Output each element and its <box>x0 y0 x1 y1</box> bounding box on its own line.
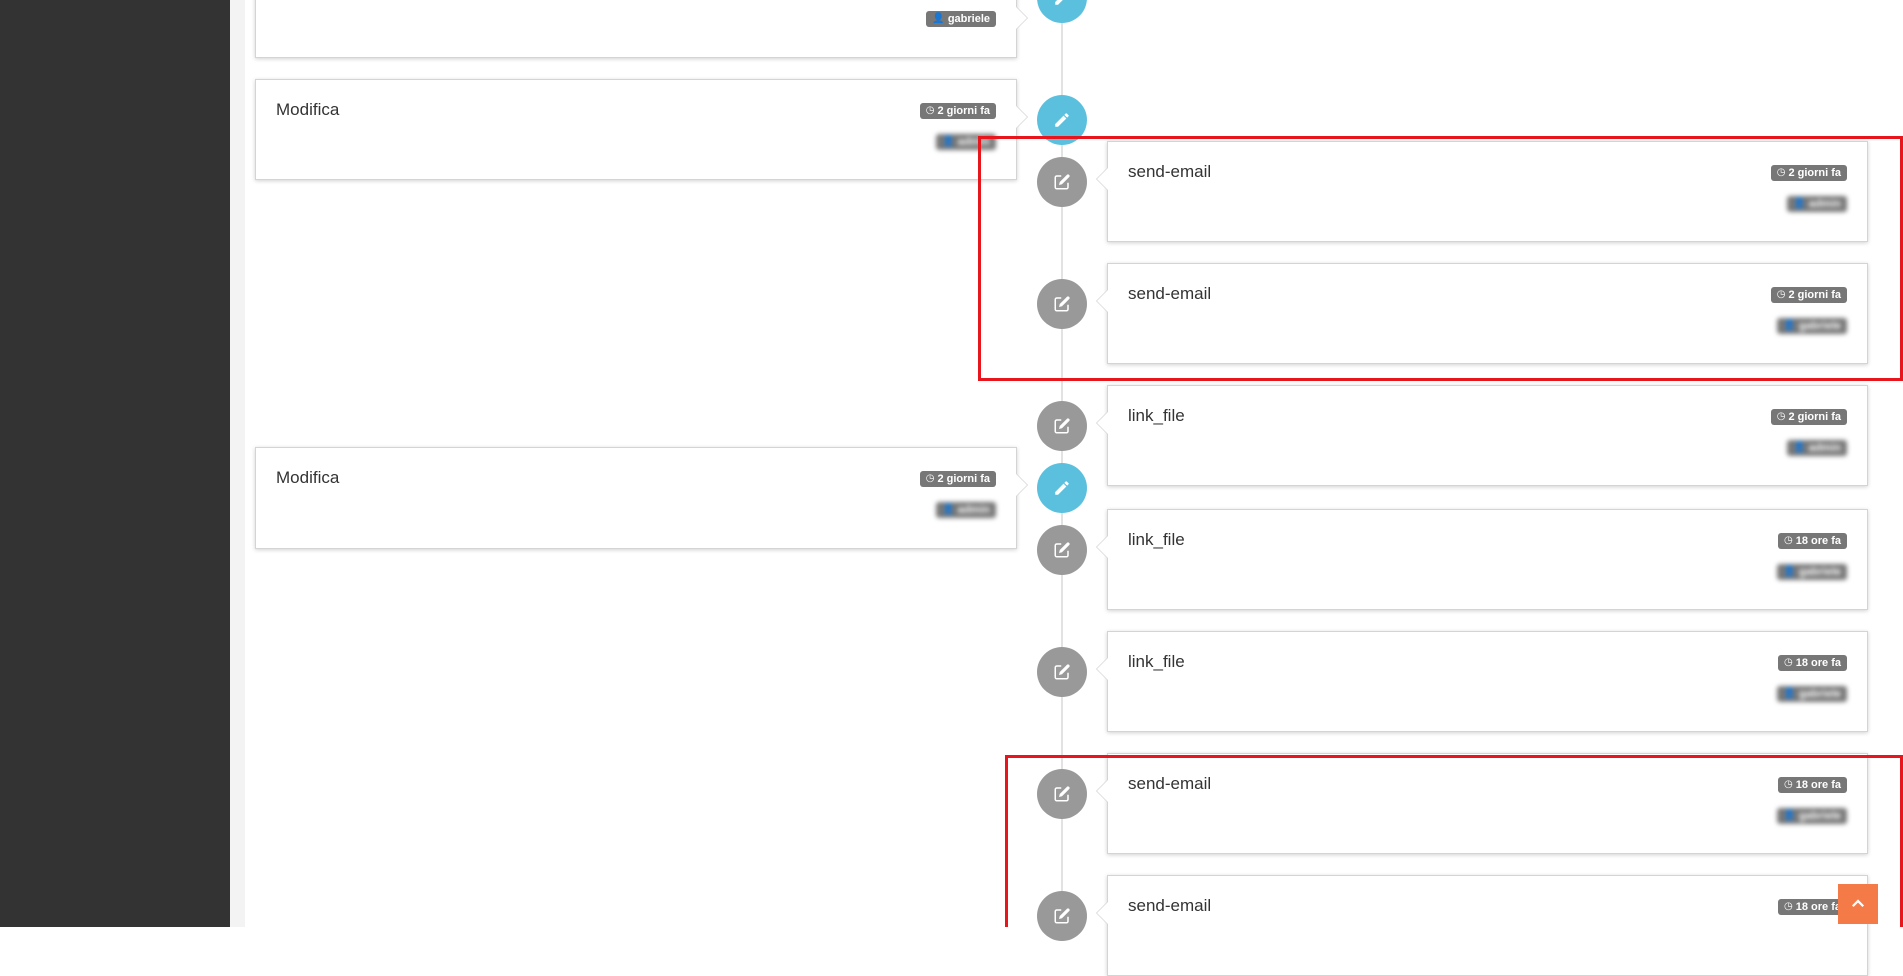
edit-square-icon <box>1054 908 1070 924</box>
timeline-marker-edit <box>1037 891 1087 941</box>
clock-icon: ◷ <box>1776 289 1786 300</box>
clock-icon: ◷ <box>1776 167 1786 178</box>
panel-title: link_file <box>1128 406 1185 425</box>
panel-title: send-email <box>1128 162 1212 181</box>
timeline-panel-left[interactable]: Modifica ◷ 2 giorni fa 👤 admin <box>255 447 1028 549</box>
user-icon: 👤 <box>1783 688 1796 699</box>
panel-title: link_file <box>1128 652 1185 671</box>
panel-title: send-email <box>1128 896 1212 915</box>
user-badge: 👤 admin <box>1787 440 1847 456</box>
timeline-marker-pencil <box>1037 0 1087 23</box>
user-badge: 👤 gabriele <box>1777 686 1847 702</box>
timeline-panel-right[interactable]: send-email ◷ 18 ore fa <box>1096 875 1868 976</box>
timeline-marker-edit <box>1037 157 1087 207</box>
user-icon: 👤 <box>1783 320 1796 331</box>
time-badge: ◷ 2 giorni fa <box>919 103 996 119</box>
time-badge: ◷ 18 ore fa <box>1778 533 1847 549</box>
timeline-panel-right[interactable]: send-email ◷ 2 giorni fa 👤 admin <box>1096 141 1868 242</box>
pencil-icon <box>1055 0 1063 5</box>
user-icon: 👤 <box>942 504 955 515</box>
edit-square-icon <box>1054 418 1070 434</box>
clock-icon: ◷ <box>925 473 935 484</box>
scroll-top-button[interactable] <box>1838 884 1878 924</box>
panel-title: link_file <box>1128 530 1185 549</box>
clock-icon: ◷ <box>1784 657 1793 668</box>
user-badge: 👤 gabriele <box>926 11 996 27</box>
edit-square-icon <box>1054 542 1070 558</box>
clock-icon: ◷ <box>1784 779 1793 790</box>
panel-title: send-email <box>1128 284 1212 303</box>
timeline-marker-pencil <box>1037 463 1087 513</box>
timeline-panel-right[interactable]: send-email ◷ 2 giorni fa 👤 gabriele <box>1096 263 1868 364</box>
user-icon: 👤 <box>942 136 955 147</box>
panel-title: Modifica <box>276 100 340 119</box>
user-badge: 👤 gabriele <box>1777 564 1847 580</box>
user-badge: 👤 gabriele <box>1777 808 1847 824</box>
sidebar <box>0 0 230 927</box>
user-icon: 👤 <box>1793 442 1806 453</box>
edit-square-icon <box>1054 786 1070 802</box>
timeline-panel-right[interactable]: link_file ◷ 2 giorni fa 👤 admin <box>1096 385 1868 486</box>
clock-icon: ◷ <box>1776 411 1786 422</box>
clock-icon: ◷ <box>925 105 935 116</box>
panel-title: send-email <box>1128 774 1212 793</box>
user-icon: 👤 <box>1793 198 1806 209</box>
user-icon: 👤 <box>1783 566 1796 577</box>
time-badge: ◷ 18 ore fa <box>1778 777 1847 793</box>
edit-square-icon <box>1054 174 1070 190</box>
time-badge: ◷ 18 ore fa <box>1778 655 1847 671</box>
time-badge: ◷ 2 giorni fa <box>1770 409 1847 425</box>
chevron-up-icon <box>1851 899 1865 908</box>
timeline-marker-edit <box>1037 401 1087 451</box>
pencil-icon <box>1055 113 1069 127</box>
edit-square-icon <box>1054 296 1070 312</box>
user-badge: 👤 admin <box>936 134 996 150</box>
user-icon: 👤 <box>1783 810 1796 821</box>
timeline-panel-left[interactable]: 👤 gabriele <box>255 0 1028 58</box>
edit-square-icon <box>1054 664 1070 680</box>
time-badge: ◷ 18 ore fa <box>1778 899 1847 915</box>
timeline-panel-right[interactable]: send-email ◷ 18 ore fa 👤 gabriele <box>1096 753 1868 854</box>
time-badge: ◷ 2 giorni fa <box>1770 165 1847 181</box>
user-icon: 👤 <box>932 13 945 24</box>
timeline-marker-edit <box>1037 769 1087 819</box>
panel-title: Modifica <box>276 468 340 487</box>
user-badge: 👤 admin <box>936 502 996 518</box>
pencil-icon <box>1055 481 1069 495</box>
timeline-marker-edit <box>1037 279 1087 329</box>
user-badge: 👤 gabriele <box>1777 318 1847 334</box>
content-gutter <box>230 0 245 927</box>
timeline-panel-right[interactable]: link_file ◷ 18 ore fa 👤 gabriele <box>1096 631 1868 732</box>
timeline-marker-edit <box>1037 647 1087 697</box>
timeline-marker-pencil <box>1037 95 1087 145</box>
time-badge: ◷ 2 giorni fa <box>1770 287 1847 303</box>
timeline-marker-edit <box>1037 525 1087 575</box>
timeline-panel-left[interactable]: Modifica ◷ 2 giorni fa 👤 admin <box>255 79 1028 180</box>
clock-icon: ◷ <box>1784 901 1793 912</box>
clock-icon: ◷ <box>1784 535 1793 546</box>
timeline-panel-right[interactable]: link_file ◷ 18 ore fa 👤 gabriele <box>1096 509 1868 610</box>
time-badge: ◷ 2 giorni fa <box>919 471 996 487</box>
user-badge: 👤 admin <box>1787 196 1847 212</box>
